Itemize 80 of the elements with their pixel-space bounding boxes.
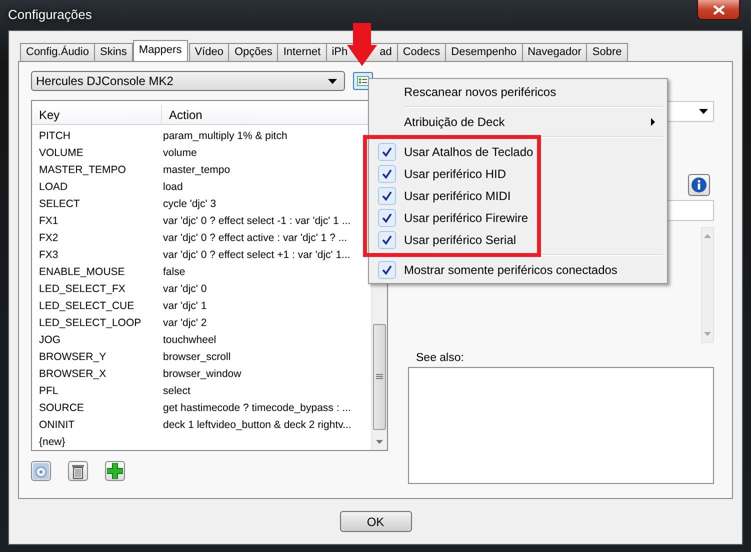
table-cell-text: FX1 [38, 214, 60, 226]
grip-icon [376, 374, 383, 380]
menu-item[interactable]: Usar periférico Firewire [371, 207, 665, 229]
delete-button[interactable] [68, 461, 88, 481]
table-cell-text: FX3 [38, 248, 60, 260]
tab[interactable]: Skins [94, 43, 133, 61]
close-button[interactable] [697, 0, 740, 20]
table-cell-text: ENABLE_MOUSE [38, 266, 126, 278]
tab[interactable]: Desempenho [445, 43, 523, 61]
scroll-down-icon[interactable] [376, 440, 383, 444]
table-cell: load [163, 180, 183, 192]
table-cell: select [163, 384, 190, 396]
table-cell-text: SELECT [38, 198, 81, 210]
menu-item[interactable]: Mostrar somente periféricos conectados [371, 259, 665, 281]
table-cell-text: ONINIT [38, 418, 76, 430]
table-cell-text: JOG [38, 334, 62, 346]
table-cell-text: {new} [38, 436, 66, 448]
table-cell-text: PFL [38, 384, 60, 396]
table-cell-text: BROWSER_X [38, 368, 108, 380]
table-cell-text: LOAD [38, 180, 69, 192]
table-cell: var 'djc' 0 ? effect select -1 : var 'djc' 1 ... [163, 214, 351, 226]
scroll-up-icon[interactable] [704, 234, 711, 238]
table-cell-text: FX2 [38, 232, 60, 244]
submenu-arrow-icon [651, 118, 655, 126]
table-cell-text: VOLUME [38, 146, 84, 158]
mapper-dropdown[interactable]: Hercules DJConsole MK2 [31, 71, 345, 91]
table-cell: touchwheel [163, 334, 216, 346]
table-cell: browser_window [163, 368, 242, 380]
table-cell-text: LED_SELECT_LOOP [38, 316, 142, 328]
close-icon [712, 4, 724, 14]
table-cell-text: SOURCE [38, 402, 85, 414]
plus-icon [107, 463, 123, 479]
tab[interactable]: Config.Áudio [20, 43, 95, 61]
arrow-down-icon [347, 23, 377, 66]
scroll-down-icon[interactable] [704, 332, 711, 336]
table-cell: master_tempo [163, 164, 230, 176]
table-cell-text: LED_SELECT_CUE [38, 300, 136, 312]
scrollbar-thumb[interactable] [373, 324, 386, 430]
add-button[interactable] [105, 461, 125, 481]
window-title: Configurações [8, 7, 92, 22]
menu-item[interactable]: Usar periférico MIDI [371, 185, 665, 207]
dropdown-arrow-icon [328, 78, 337, 84]
table-cell: var 'djc' 2 [163, 316, 207, 328]
tab[interactable]: Internet [277, 43, 327, 61]
tab[interactable]: Navegador [522, 43, 588, 61]
menu-item[interactable]: Atribuição de Deck [371, 111, 665, 133]
table-cell: deck 1 leftvideo_button & deck 2 rightv... [163, 418, 352, 430]
trash-icon [71, 463, 85, 479]
table-cell: var 'djc' 0 ? effect select +1 : var 'djc' 1... [163, 248, 350, 260]
table-cell: false [163, 266, 186, 278]
table-cell-text: MASTER_TEMPO [38, 164, 127, 176]
ok-button[interactable]: OK [340, 511, 412, 532]
menu-item[interactable]: Usar periférico HID [371, 163, 665, 185]
table-cell-text: PITCH [38, 130, 72, 142]
table-cell: volume [163, 146, 197, 158]
dropdown-arrow-icon [699, 109, 708, 114]
table-cell-text: LED_SELECT_FX [38, 282, 126, 294]
tab[interactable]: Opções [228, 43, 278, 61]
info-icon [691, 177, 707, 193]
table-cell: cycle 'djc' 3 [163, 198, 216, 210]
tab[interactable]: Mappers [132, 40, 188, 61]
tab[interactable]: Codecs [396, 43, 446, 61]
menu-item[interactable]: Usar periférico Serial [371, 229, 665, 251]
import-button[interactable] [31, 461, 51, 481]
table-cell: var 'djc' 0 ? effect active : var 'djc' 1 ? ... [163, 232, 348, 244]
tab[interactable]: Vídeo [188, 43, 230, 61]
table-cell-text: BROWSER_Y [38, 350, 108, 362]
scrollbar[interactable] [701, 227, 714, 343]
list-icon [357, 76, 369, 86]
table-cell: var 'djc' 0 [163, 282, 207, 294]
tab[interactable]: Sobre [586, 43, 628, 61]
see-also-label: See also: [416, 352, 464, 364]
table-cell: get hastimecode ? timecode_bypass : ... [163, 402, 351, 414]
column-header[interactable]: Key [32, 105, 162, 125]
table-cell: var 'djc' 1 [163, 300, 207, 312]
menu-item[interactable]: Usar Atalhos de Teclado [371, 141, 665, 163]
table-cell: browser_scroll [163, 350, 231, 362]
menu-item[interactable]: Rescanear novos periféricos [371, 81, 665, 103]
info-button[interactable] [688, 174, 710, 196]
table-cell: param_multiply 1% & pitch [163, 130, 288, 142]
